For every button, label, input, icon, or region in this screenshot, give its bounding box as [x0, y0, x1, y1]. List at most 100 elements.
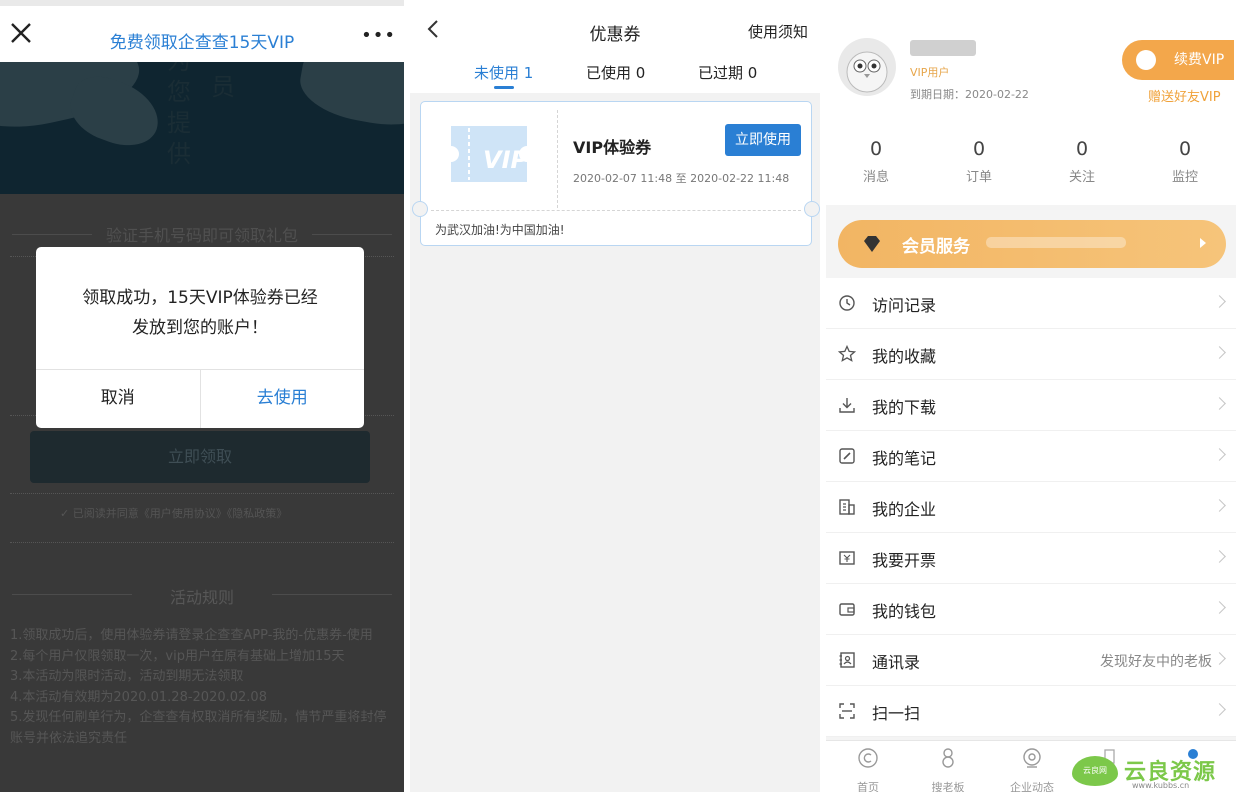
chevron-right-icon: [1213, 550, 1226, 563]
stat-count: 0: [1075, 138, 1089, 160]
tab-label: 首页: [857, 781, 879, 792]
owl-avatar-icon: [846, 51, 888, 93]
claim-vip-panel: 免费领取企查查15天VIP ••• 为 您 提 供 员 验证手机号码即可领取礼包…: [0, 0, 404, 792]
stat-label: 监控: [1171, 170, 1198, 185]
stat-label: 订单: [965, 170, 992, 185]
dialog-buttons: 取消 去使用: [36, 369, 364, 428]
arrow-right-icon: [1200, 238, 1206, 248]
ticket-label: VIP: [483, 146, 529, 174]
rule-item: 2.每个用户仅限领取一次，vip用户在原有基础上增加15天: [10, 648, 345, 664]
dialog-message: 领取成功，15天VIP体验券已经 发放到您的账户！: [56, 283, 344, 343]
stat-follows[interactable]: 0 关注: [1046, 138, 1118, 185]
watermark-leaf: 云良网: [1072, 756, 1118, 786]
coupon-tabs: 未使用 1 已使用 0 已过期 0: [410, 60, 820, 90]
clock-icon: [839, 295, 855, 311]
coupon-name: VIP体验券: [573, 138, 652, 157]
tab-company-news[interactable]: 企业动态: [1002, 747, 1062, 792]
success-dialog: 领取成功，15天VIP体验券已经 发放到您的账户！ 取消 去使用: [36, 247, 364, 428]
vip-user-badge: VIP用户: [910, 66, 950, 79]
menu-item-label: 我的钱包: [872, 602, 937, 621]
coupon-validity: 2020-02-07 11:48 至 2020-02-22 11:48: [573, 172, 790, 185]
tab-unused[interactable]: 未使用 1: [474, 62, 533, 83]
rule-item: 1.领取成功后，使用体验券请登录企查查APP-我的-优惠券-使用: [10, 628, 373, 643]
promo-banner: 为 您 提 供 员: [0, 62, 404, 194]
usage-notice-link[interactable]: 使用须知: [748, 21, 808, 42]
tab-expired[interactable]: 已过期 0: [698, 62, 757, 83]
download-icon: [839, 398, 855, 413]
menu-item-label: 访问记录: [872, 296, 937, 315]
rules-title: 活动规则: [169, 588, 234, 607]
rule-item: 4.本活动有效期为2020.01.28-2020.02.08: [10, 689, 267, 705]
invoice-icon: [839, 551, 855, 565]
menu-item-my-company[interactable]: 我的企业: [826, 482, 1236, 533]
stat-messages[interactable]: 0 消息: [840, 138, 912, 185]
building-icon: [839, 499, 855, 515]
home-tab-icon: [858, 748, 878, 768]
member-service-banner[interactable]: 会员服务: [838, 220, 1226, 268]
menu-list: 访问记录 我的收藏 我的下载 我的笔记 我的企业 我要开票 我的钱包 通讯录 发…: [826, 278, 1236, 737]
rule-item: 3.本活动为限时活动，活动到期无法领取: [10, 669, 244, 684]
top-bar: 免费领取企查查15天VIP •••: [0, 0, 404, 62]
rule-item: 5.发现任何刷单行为，企查查有权取消所有奖励，情节严重将封停账号并依法追究责任: [10, 710, 387, 746]
renew-vip-label: 续费VIP: [1174, 52, 1225, 68]
company-news-tab-icon: [1023, 748, 1041, 768]
stat-count: 0: [1178, 138, 1192, 160]
stat-monitors[interactable]: 0 监控: [1149, 138, 1221, 185]
boss-tab-icon: [942, 748, 954, 768]
cancel-button[interactable]: 取消: [36, 370, 201, 428]
agreement-text[interactable]: ✓ 已阅读并同意《用户使用协议》《隐私政策》: [60, 505, 287, 521]
coupons-header: 优惠券 使用须知 未使用 1 已使用 0 已过期 0: [410, 0, 820, 93]
menu-item-label: 我要开票: [872, 551, 937, 570]
scan-icon: [839, 703, 855, 719]
note-icon: [839, 448, 855, 464]
gift-vip-link[interactable]: 赠送好友VIP: [1148, 86, 1221, 105]
menu-item-hint: 发现好友中的老板: [1100, 654, 1212, 670]
menu-item-favorites[interactable]: 我的收藏: [826, 329, 1236, 380]
menu-item-label: 我的下载: [872, 398, 937, 417]
member-service-label: 会员服务: [902, 237, 970, 257]
profile-header: VIP用户 到期日期：2020-02-22 续费VIP 赠送好友VIP 0 消息…: [826, 0, 1236, 205]
dialog-message-line: 发放到您的账户！: [132, 318, 268, 338]
tab-search-boss[interactable]: 搜老板: [918, 747, 978, 792]
use-now-button[interactable]: 立即使用: [725, 124, 801, 156]
stat-orders[interactable]: 0 订单: [943, 138, 1015, 185]
menu-item-label: 扫一扫: [872, 704, 921, 723]
dialog-message-line: 领取成功，15天VIP体验券已经: [82, 288, 318, 308]
profile-panel: VIP用户 到期日期：2020-02-22 续费VIP 赠送好友VIP 0 消息…: [826, 0, 1236, 792]
chevron-right-icon: [1213, 295, 1226, 308]
expire-date: 到期日期：2020-02-22: [910, 88, 1029, 101]
more-icon[interactable]: •••: [361, 27, 396, 45]
menu-item-label: 我的笔记: [872, 449, 937, 468]
chevron-right-icon: [1213, 703, 1226, 716]
stat-count: 0: [869, 138, 883, 160]
chevron-right-icon: [1213, 499, 1226, 512]
renew-vip-button[interactable]: 续费VIP: [1122, 40, 1234, 80]
menu-item-downloads[interactable]: 我的下载: [826, 380, 1236, 431]
rules-list: 1.领取成功后，使用体验券请登录企查查APP-我的-优惠券-使用 2.每个用户仅…: [10, 626, 390, 749]
avatar[interactable]: [838, 38, 896, 96]
page-title: 免费领取企查查15天VIP: [109, 33, 295, 53]
menu-item-label: 我的企业: [872, 500, 937, 519]
tab-label: 搜老板: [931, 781, 965, 792]
active-tab-indicator: [494, 86, 514, 89]
menu-item-contacts[interactable]: 通讯录 发现好友中的老板: [826, 635, 1236, 686]
chevron-right-icon: [1213, 397, 1226, 410]
diamond-icon: [864, 236, 880, 252]
go-use-button[interactable]: 去使用: [201, 370, 365, 428]
menu-item-notes[interactable]: 我的笔记: [826, 431, 1236, 482]
chevron-right-icon: [1213, 652, 1226, 665]
tab-used[interactable]: 已使用 0: [586, 62, 645, 83]
banner-char: 您: [167, 78, 191, 106]
menu-item-visit-history[interactable]: 访问记录: [826, 278, 1236, 329]
stat-count: 0: [972, 138, 986, 160]
menu-item-invoice[interactable]: 我要开票: [826, 533, 1236, 584]
tab-home[interactable]: 首页: [838, 747, 898, 792]
stat-label: 消息: [862, 170, 889, 185]
chevron-right-icon: [1213, 601, 1226, 614]
menu-item-wallet[interactable]: 我的钱包: [826, 584, 1236, 635]
banner-char: 供: [167, 140, 191, 168]
member-service-subtitle-blurred: [986, 237, 1126, 248]
claim-button[interactable]: 立即领取: [30, 431, 370, 483]
menu-item-scan[interactable]: 扫一扫: [826, 686, 1236, 737]
watermark-logo: 云良网 云良资源网 www.kubbs.cn: [1072, 754, 1236, 792]
